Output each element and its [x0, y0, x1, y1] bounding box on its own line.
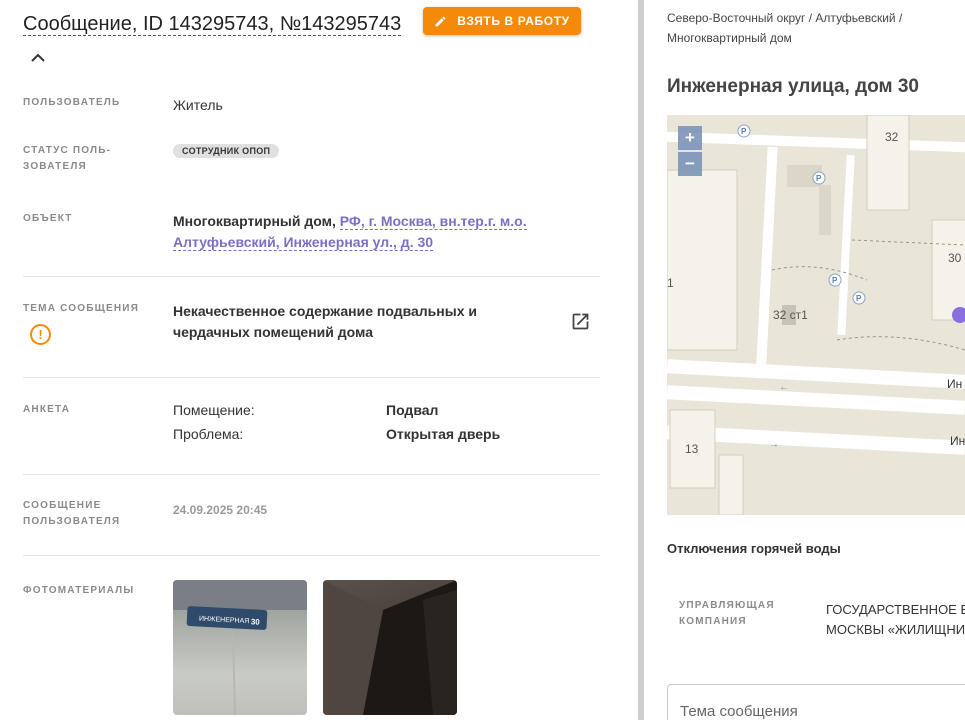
user-status-label: СТАТУС ПОЛЬ- ЗОВАТЕЛЯ — [23, 145, 112, 172]
management-company-label: УПРАВЛЯЮЩАЯ КОМПАНИЯ — [679, 600, 775, 627]
form-label: АНКЕТА — [23, 404, 71, 415]
svg-text:P: P — [856, 294, 862, 303]
svg-text:P: P — [741, 127, 747, 136]
divider — [23, 276, 600, 277]
svg-text:P: P — [832, 276, 838, 285]
map-label: 1 — [667, 276, 674, 290]
map-label: 30 — [948, 251, 962, 265]
map-street-label: Ин — [950, 434, 965, 448]
theme-value: Некачественное содержание подвальных и ч… — [173, 303, 477, 340]
message-theme-field[interactable]: Тема сообщения — [667, 684, 965, 720]
take-to-work-button[interactable]: ВЗЯТЬ В РАБОТУ — [423, 7, 581, 35]
map-label: 32 — [885, 130, 899, 144]
message-title[interactable]: Сообщение, ID 143295743, №143295743 — [23, 8, 403, 74]
zoom-in-button[interactable]: + — [678, 126, 702, 150]
svg-text:→: → — [769, 439, 779, 450]
open-external-icon[interactable] — [570, 311, 591, 332]
divider — [23, 377, 600, 378]
svg-text:30: 30 — [251, 617, 261, 626]
theme-label: ТЕМА СООБЩЕНИЯ — [23, 303, 140, 314]
svg-text:P: P — [816, 174, 822, 183]
map-label: 13 — [685, 442, 699, 456]
map-label: 32 ст1 — [773, 308, 808, 322]
map[interactable]: P P P P ← → 32 30 32 ст1 13 1 Ин Ин + − — [667, 115, 965, 515]
message-date: 24.09.2025 20:45 — [173, 503, 268, 517]
breadcrumb: Северо-Восточный округ / Алтуфьевский / … — [667, 11, 903, 45]
pencil-icon — [435, 16, 446, 26]
form-row-key: Помещение: — [173, 402, 255, 418]
user-value: Житель — [173, 97, 223, 113]
message-details-panel: Сообщение, ID 143295743, №143295743 ВЗЯТ… — [0, 0, 638, 720]
management-company-line: ГОСУДАРСТВЕННОЕ Б — [826, 602, 965, 617]
svg-text:←: ← — [779, 382, 789, 393]
divider — [23, 474, 600, 475]
photo-thumbnail-2[interactable] — [323, 580, 457, 715]
take-to-work-label: ВЗЯТЬ В РАБОТУ — [457, 14, 570, 28]
form-row-value: Подвал — [386, 402, 439, 418]
form-row-key: Проблема: — [173, 426, 244, 442]
object-type: Многоквартирный дом, — [173, 213, 336, 229]
message-title-text[interactable]: Сообщение, ID 143295743, №143295743 — [23, 13, 402, 36]
form-row-value: Открытая дверь — [386, 426, 501, 442]
zoom-out-button[interactable]: − — [678, 152, 702, 176]
user-label: ПОЛЬЗОВАТЕЛЬ — [23, 97, 121, 108]
object-info-panel: Северо-Восточный округ / Алтуфьевский / … — [644, 0, 965, 720]
management-company-value: ГОСУДАРСТВЕННОЕ Б МОСКВЫ «ЖИЛИЩНИ — [826, 600, 965, 640]
map-street-label: Ин — [947, 377, 963, 391]
management-company-line: МОСКВЫ «ЖИЛИЩНИ — [826, 622, 965, 637]
chevron-up-icon[interactable] — [31, 41, 45, 74]
photos-label: ФОТОМАТЕРИАЛЫ — [23, 585, 135, 596]
divider — [23, 555, 600, 556]
user-message-label: СООБЩЕНИЕ ПОЛЬЗОВАТЕЛЯ — [23, 500, 121, 527]
object-value: Многоквартирный дом, РФ, г. Москва, вн.т… — [173, 211, 553, 253]
object-label: ОБЪЕКТ — [23, 213, 73, 224]
photo-thumbnail-1[interactable]: ИНЖЕНЕРНАЯ 30 — [173, 580, 307, 715]
warning-icon: ! — [30, 324, 51, 345]
hot-water-outage-title: Отключения горячей воды — [667, 541, 841, 556]
object-address-title: Инженерная улица, дом 30 — [667, 76, 919, 97]
status-badge: СОТРУДНИК ОПОП — [173, 144, 280, 158]
